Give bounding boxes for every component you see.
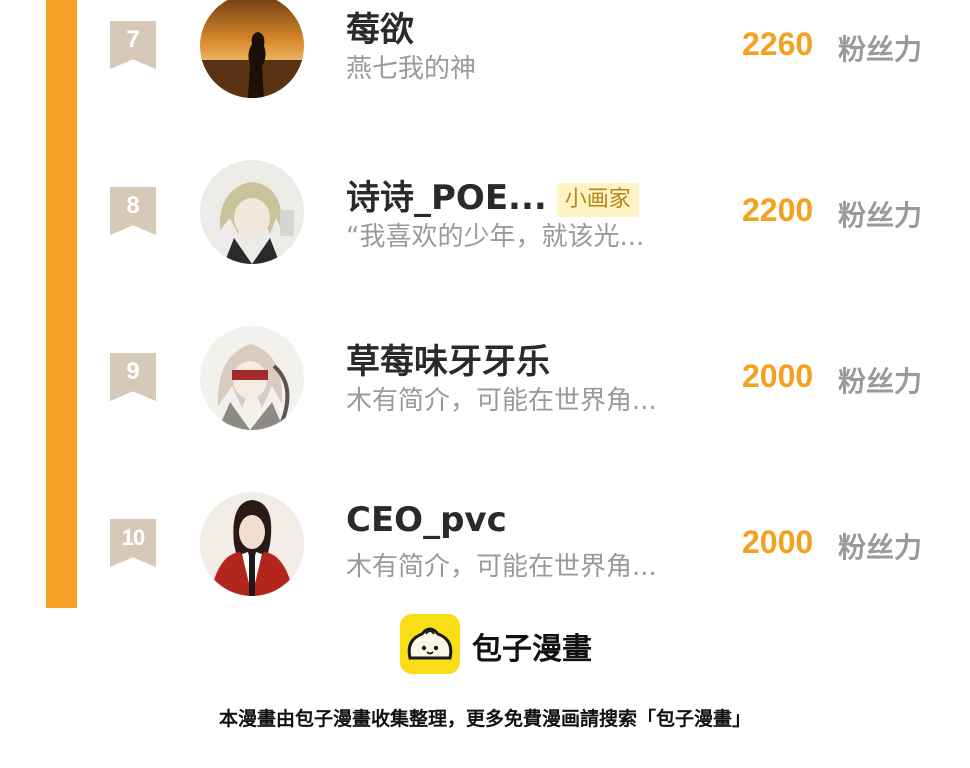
user-name-text[interactable]: 诗诗_POE...	[346, 178, 547, 218]
user-name[interactable]: 草莓味牙牙乐	[346, 334, 550, 383]
fan-score: 2200	[742, 192, 814, 228]
user-name[interactable]: CEO_pvc	[346, 500, 507, 540]
brand-name: 包子漫畫	[472, 632, 592, 667]
ranking-row[interactable]: 10 CEO_pvc 木有简介，可能在世界角... 2000 粉丝力	[0, 488, 970, 608]
fan-score: 2000	[742, 524, 814, 560]
rank-badge: 7	[110, 21, 156, 69]
user-bio: 木有简介，可能在世界角...	[346, 386, 657, 416]
ranking-row[interactable]: 9 草莓味牙牙乐 木有简介，可能在世界角... 2000 粉丝力	[0, 322, 970, 442]
user-bio: 木有简介，可能在世界角...	[346, 552, 657, 582]
rank-badge: 9	[110, 353, 156, 401]
footer-notice: 本漫畫由包子漫畫收集整理，更多免費漫画請搜索「包子漫畫」	[218, 708, 751, 730]
rank-badge: 10	[110, 519, 156, 567]
ranking-row[interactable]: 7 莓欲 燕七我的神 2260 粉丝力	[0, 0, 970, 110]
sunset-silhouette-avatar[interactable]	[200, 0, 304, 98]
baozi-bun-icon	[400, 614, 460, 674]
fan-score-unit: 粉丝力	[838, 531, 923, 564]
anime-blindfold-character-avatar[interactable]	[200, 326, 304, 430]
fan-score: 2260	[742, 26, 814, 62]
fan-score-unit: 粉丝力	[838, 199, 923, 232]
ranking-row[interactable]: 8 诗诗_POE... 小画家 “我喜欢的少年，就该光... 2200 粉丝力	[0, 156, 970, 276]
fan-score-unit: 粉丝力	[838, 365, 923, 398]
fan-score-unit: 粉丝力	[838, 33, 923, 66]
user-bio: “我喜欢的少年，就该光...	[346, 222, 645, 252]
rank-badge: 8	[110, 187, 156, 235]
anime-red-robe-character-avatar[interactable]	[200, 492, 304, 596]
anime-blond-character-avatar[interactable]	[200, 160, 304, 264]
user-name[interactable]: 莓欲	[346, 2, 414, 51]
fan-score: 2000	[742, 358, 814, 394]
user-name[interactable]: 诗诗_POE... 小画家	[346, 170, 639, 219]
user-bio: 燕七我的神	[346, 54, 477, 84]
painter-tag: 小画家	[556, 182, 639, 217]
